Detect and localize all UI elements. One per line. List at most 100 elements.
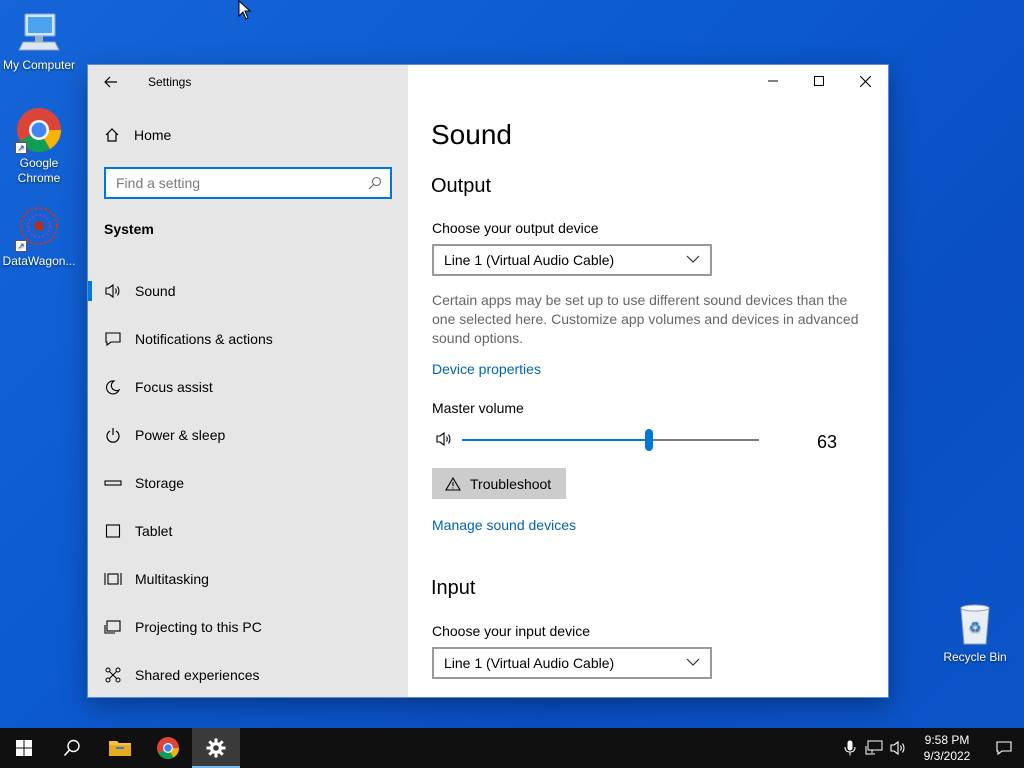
moon-icon [104,378,122,396]
share-icon [104,666,122,684]
multitasking-icon [104,570,122,588]
tray-microphone[interactable] [838,728,862,768]
nav-list: Sound Notifications & actions Focus assi… [88,267,408,697]
desktop-icon-label: DataWagon... [2,254,76,268]
sidebar-item-shared-experiences[interactable]: Shared experiences [88,651,408,697]
gear-icon [206,738,226,758]
home-icon [105,128,119,142]
input-device-value: Line 1 (Virtual Audio Cable) [444,655,615,671]
desktop-icon-my-computer[interactable]: My Computer [1,8,77,73]
back-button[interactable] [88,65,134,99]
sidebar-item-label: Storage [135,475,185,491]
title-bar: Settings [88,65,408,99]
system-tray: 9:58 PM 9/3/2022 [838,728,1024,768]
minimize-icon [768,80,778,82]
page-title: Sound [431,119,512,150]
shortcut-arrow-icon: ↗ [15,240,27,252]
taskbar-clock[interactable]: 9:58 PM 9/3/2022 [916,732,978,764]
speaker-icon [890,740,905,756]
sidebar-item-storage[interactable]: Storage [88,459,408,507]
search-input[interactable] [116,175,368,191]
input-device-label: Choose your input device [432,623,590,639]
chrome-icon: ↗ [15,106,63,154]
mouse-cursor-icon [238,0,252,20]
windows-logo-icon [16,740,32,756]
master-volume-label: Master volume [432,400,524,416]
output-description: Certain apps may be set up to use differ… [432,292,859,346]
settings-nav-pane: Settings Home System Sound [88,65,408,697]
recycle-bin-icon: ♻ [951,600,999,648]
back-arrow-icon [104,76,117,88]
sidebar-item-tablet[interactable]: Tablet [88,507,408,555]
search-icon [63,739,80,757]
device-properties-link[interactable]: Device properties [432,361,541,377]
output-device-value: Line 1 (Virtual Audio Cable) [444,252,615,268]
taskbar-chrome[interactable] [144,728,192,768]
storage-icon [104,474,122,492]
sidebar-item-notifications[interactable]: Notifications & actions [88,315,408,363]
sidebar-item-sound[interactable]: Sound [88,267,408,315]
folder-icon [109,741,131,756]
nav-home-label: Home [134,127,172,143]
taskbar-search-button[interactable] [48,728,96,768]
minimize-button[interactable] [750,65,796,97]
clock-time: 9:58 PM [924,733,970,747]
output-device-label: Choose your output device [432,220,599,236]
microphone-icon [844,740,856,756]
nav-section-heading: System [104,221,154,237]
tablet-icon [104,522,122,540]
desktop-icon-label: Recycle Bin [943,650,1007,664]
notification-icon [104,330,122,348]
shortcut-arrow-icon: ↗ [15,142,27,154]
sidebar-item-label: Focus assist [135,379,213,395]
nav-home[interactable]: Home [88,121,408,149]
window-title: Settings [148,75,192,89]
volume-slider-thumb[interactable] [645,429,654,451]
sidebar-item-label: Notifications & actions [135,331,273,347]
chrome-icon [157,737,179,759]
settings-window: Settings Home System Sound [88,65,888,697]
sidebar-item-projecting[interactable]: Projecting to this PC [88,603,408,651]
datawagon-icon: ↗ [15,204,63,252]
manage-sound-devices-link[interactable]: Manage sound devices [432,517,576,533]
sidebar-item-focus-assist[interactable]: Focus assist [88,363,408,411]
speaker-icon[interactable] [435,431,453,447]
maximize-button[interactable] [796,65,842,97]
troubleshoot-button[interactable]: Troubleshoot [432,468,566,499]
chevron-down-icon [686,255,700,263]
volume-slider-fill [462,439,650,441]
search-icon[interactable] [368,176,382,190]
window-caption-buttons [750,65,888,97]
sidebar-item-label: Power & sleep [135,427,226,443]
volume-value: 63 [817,432,838,452]
desktop-icon-google-chrome[interactable]: ↗ Google Chrome [1,106,77,186]
search-box[interactable] [104,167,392,199]
computer-icon [15,8,63,56]
input-device-dropdown[interactable]: Line 1 (Virtual Audio Cable) [432,647,712,679]
sidebar-item-label: Shared experiences [135,667,260,683]
desktop-icon-label: My Computer [2,58,76,72]
taskbar-file-explorer[interactable] [96,728,144,768]
power-icon [104,426,122,444]
output-device-dropdown[interactable]: Line 1 (Virtual Audio Cable) [432,244,712,276]
sidebar-item-multitasking[interactable]: Multitasking [88,555,408,603]
close-icon [859,75,871,87]
maximize-icon [814,76,824,86]
master-volume-row: 63 [431,429,851,453]
sidebar-item-power-sleep[interactable]: Power & sleep [88,411,408,459]
action-center-button[interactable] [984,728,1024,768]
tray-volume[interactable] [886,728,910,768]
output-heading: Output [431,175,492,197]
projector-icon [104,618,122,636]
network-icon [865,740,883,755]
svg-text:♻: ♻ [969,620,982,636]
taskbar-settings[interactable] [192,728,240,768]
start-button[interactable] [0,728,48,768]
tray-network[interactable] [862,728,886,768]
desktop-icon-recycle-bin[interactable]: ♻ Recycle Bin [937,600,1013,665]
desktop-icon-label: Google Chrome [17,156,61,185]
notification-icon [996,741,1012,756]
close-button[interactable] [842,65,888,97]
clock-date: 9/3/2022 [923,749,971,763]
desktop-icon-datawagon[interactable]: ↗ DataWagon... [1,204,77,269]
